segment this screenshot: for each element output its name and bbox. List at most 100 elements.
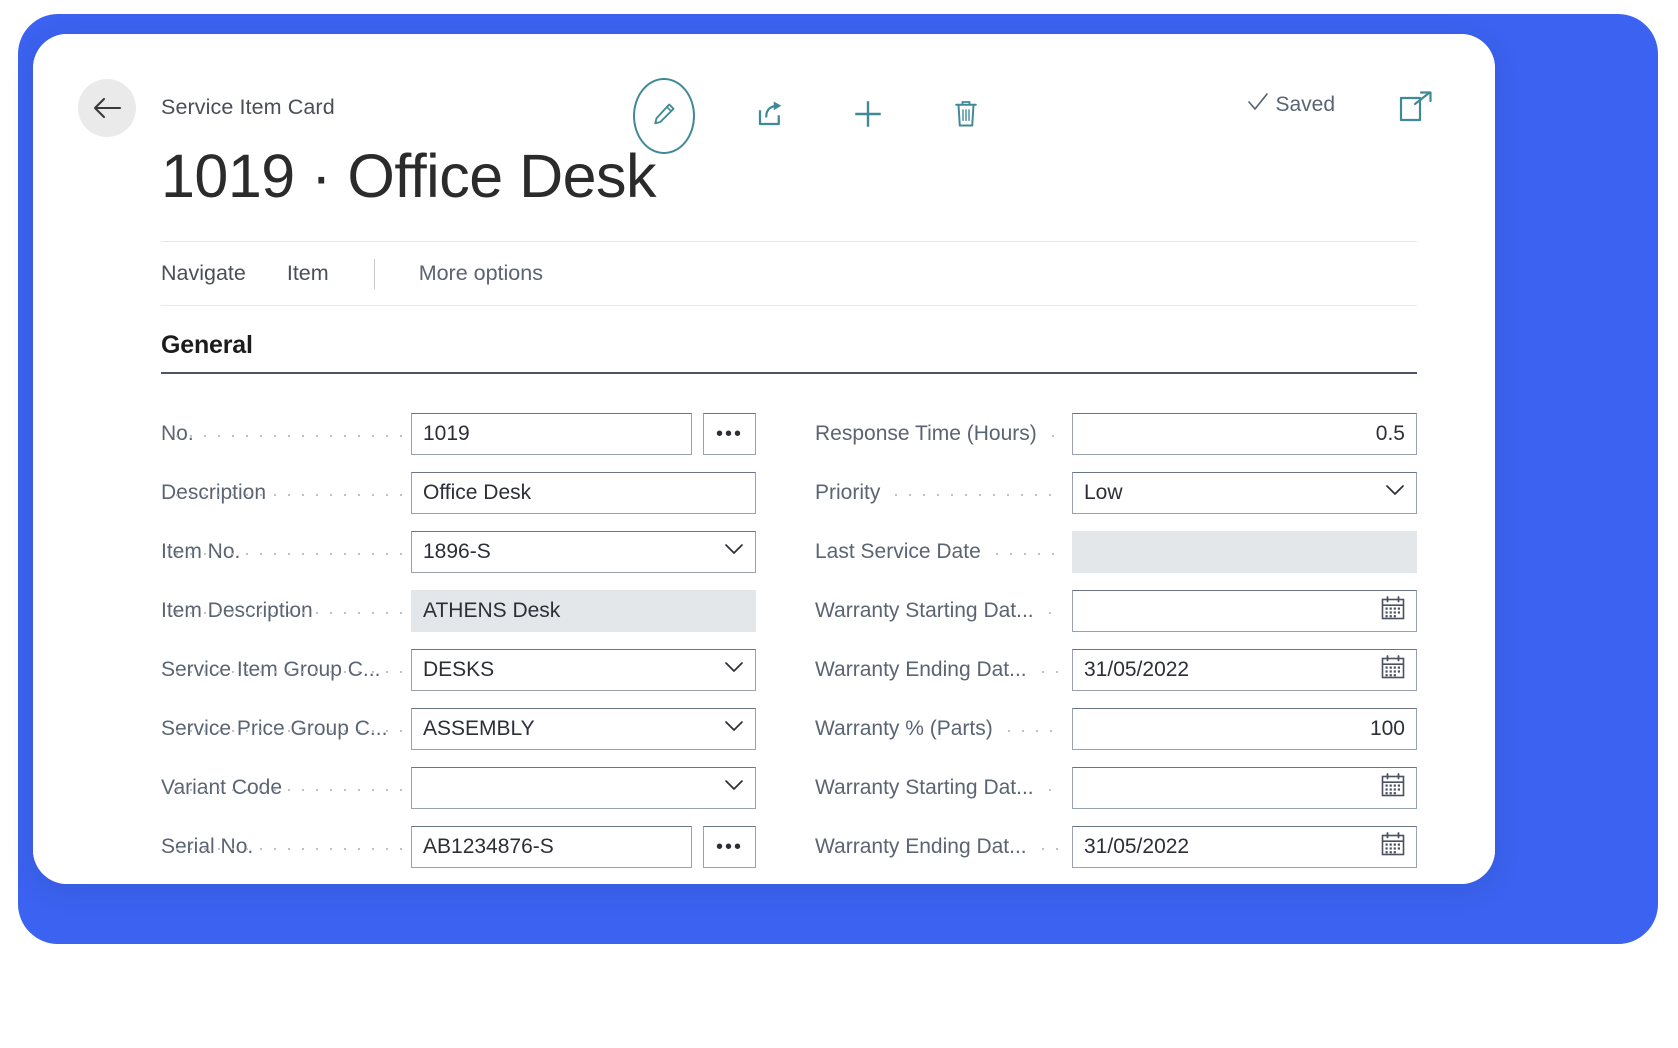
label-leader-dots [1045,423,1063,444]
back-arrow-icon [92,96,122,120]
share-button[interactable] [747,93,793,139]
field-value-description: Office Desk [423,480,532,504]
back-button[interactable] [78,79,136,137]
field-input-response-time-hours-0[interactable]: 0.5 [1072,412,1417,455]
share-icon [755,99,785,134]
label-leader-dots [1035,659,1063,680]
top-toolbar: Service Item Card Saved [33,34,1495,154]
field-label-warranty-starting-dat-3: Warranty Starting Dat... [815,598,1034,622]
field-input-last-service-date-2 [1072,530,1417,573]
outer-frame: Service Item Card Saved 1019 · Office De… [0,0,1678,1048]
field-value-service-item-group-c: DESKS [423,657,495,681]
label-leader-dots [989,541,1063,562]
plus-icon [851,97,885,136]
trash-icon [952,99,980,134]
nav-divider [373,258,375,289]
field-input-description[interactable]: Office Desk [411,471,756,514]
open-in-new-window-icon [1399,91,1433,127]
field-value-no: 1019 [423,421,470,445]
field-value-service-price-group-c: ASSEMBLY [423,716,535,740]
label-leader-dots [1042,600,1063,621]
new-button[interactable] [845,93,891,139]
label-leader-dots [170,659,402,680]
page-title: 1019 · Office Desk [161,142,657,210]
service-item-card-page: Service Item Card Saved 1019 · Office De… [33,34,1495,884]
breadcrumb[interactable]: Service Item Card [161,95,335,120]
label-leader-dots [1035,836,1063,857]
form-row-warranty-ending-dat-7: Warranty Ending Dat... 31/05/2022 [815,817,1417,876]
form-row-item-description: Item Description ATHENS Desk [161,581,756,640]
form-row-warranty-starting-dat-6: Warranty Starting Dat... [815,758,1417,817]
field-input-serial-no[interactable]: AB1234876-S [411,825,692,868]
form-row-item-no: Item No. 1896-S [161,522,756,581]
form-row-no: No. 1019 ••• [161,404,756,463]
calendar-icon[interactable] [1380,595,1406,626]
field-value-item-description: ATHENS Desk [423,598,561,622]
field-input-warranty-starting-dat-6[interactable] [1072,766,1417,809]
form-row-warranty-parts-5: Warranty % (Parts) 100 [815,699,1417,758]
form-row-warranty-starting-dat-3: Warranty Starting Dat... [815,581,1417,640]
chevron-down-icon [724,779,744,797]
saved-label: Saved [1275,93,1335,116]
nav-item-more-options[interactable]: More options [419,261,543,286]
label-leader-dots [1001,718,1063,739]
field-input-no[interactable]: 1019 [411,412,692,455]
field-input-warranty-parts-5[interactable]: 100 [1072,707,1417,750]
field-value-response-time-hours-0: 0.5 [1375,421,1405,445]
nav-item-navigate[interactable]: Navigate [161,261,246,286]
field-input-warranty-ending-dat-7[interactable]: 31/05/2022 [1072,825,1417,868]
field-input-service-item-group-c[interactable]: DESKS [411,648,756,691]
field-input-item-no[interactable]: 1896-S [411,530,756,573]
field-value-warranty-ending-dat-7: 31/05/2022 [1084,834,1190,858]
check-icon [1247,92,1269,118]
label-leader-dots [170,718,402,739]
lookup-button-serial-no[interactable]: ••• [703,825,756,868]
field-input-priority-1[interactable]: Low [1072,471,1417,514]
nav-item-item[interactable]: Item [287,261,329,286]
form-row-description: Description Office Desk [161,463,756,522]
label-leader-dots [1042,777,1063,798]
form-row-response-time-hours-0: Response Time (Hours) 0.5 [815,404,1417,463]
field-value-item-no: 1896-S [423,539,491,563]
field-label-response-time-hours-0: Response Time (Hours) [815,421,1037,445]
field-input-service-price-group-c[interactable]: ASSEMBLY [411,707,756,750]
field-value-warranty-parts-5: 100 [1369,716,1405,740]
field-input-item-description: ATHENS Desk [411,589,756,632]
label-leader-dots [889,482,1063,503]
toolbar-actions [633,78,989,154]
form-row-service-price-group-c: Service Price Group C... ASSEMBLY [161,699,756,758]
field-value-priority-1: Low [1084,480,1123,504]
field-label-last-service-date-2: Last Service Date [815,539,981,563]
calendar-icon[interactable] [1380,772,1406,803]
status-badge: Saved [1247,92,1335,118]
expand-window-button[interactable] [1399,91,1433,123]
action-ribbon: Navigate Item More options [161,241,1417,306]
field-value-warranty-ending-dat-4: 31/05/2022 [1084,657,1190,681]
field-label-warranty-ending-dat-4: Warranty Ending Dat... [815,657,1027,681]
field-label-warranty-parts-5: Warranty % (Parts) [815,716,993,740]
field-label-warranty-starting-dat-6: Warranty Starting Dat... [815,775,1034,799]
label-leader-dots [170,600,402,621]
field-label-priority-1: Priority [815,480,881,504]
form-row-priority-1: Priority Low [815,463,1417,522]
form-row-last-service-date-2: Last Service Date [815,522,1417,581]
general-section-header: General [161,331,1417,374]
form-column-right: Response Time (Hours) 0.5 Priority Low Last … [815,404,1417,876]
section-divider [161,372,1417,374]
section-title-general: General [161,331,253,359]
pencil-edit-icon [651,101,677,132]
label-leader-dots [170,836,402,857]
field-label-warranty-ending-dat-7: Warranty Ending Dat... [815,834,1027,858]
label-leader-dots [170,777,402,798]
form-row-serial-no: Serial No. AB1234876-S ••• [161,817,756,876]
field-input-variant-code[interactable] [411,766,756,809]
label-leader-dots [170,482,402,503]
lookup-button-no[interactable]: ••• [703,412,756,455]
field-value-serial-no: AB1234876-S [423,834,554,858]
field-input-warranty-starting-dat-3[interactable] [1072,589,1417,632]
field-input-warranty-ending-dat-4[interactable]: 31/05/2022 [1072,648,1417,691]
delete-button[interactable] [943,93,989,139]
label-leader-dots [170,423,402,444]
form-column-left: No. 1019 ••• Description Office Desk Item No.… [161,404,756,876]
label-leader-dots [170,541,402,562]
